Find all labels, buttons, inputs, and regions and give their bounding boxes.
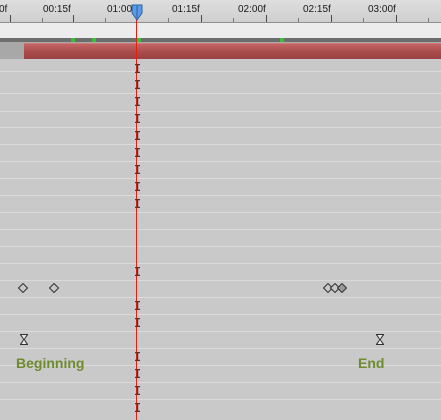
hold-keyframe-icon[interactable]: [134, 131, 140, 140]
hold-keyframe-icon[interactable]: [134, 369, 140, 378]
track-divider: [0, 127, 441, 128]
track-divider: [0, 195, 441, 196]
track-divider: [0, 348, 441, 349]
track-divider: [0, 399, 441, 400]
track-divider: [0, 263, 441, 264]
track-divider: [0, 229, 441, 230]
ruler-tick-label: 01:15f: [172, 4, 200, 15]
ruler-tick-label: 02:15f: [303, 4, 331, 15]
keyframe-diamond-icon[interactable]: [337, 283, 347, 293]
ruler-tick-label: 03:00f: [368, 4, 396, 15]
track-divider: [0, 246, 441, 247]
hold-keyframe-icon[interactable]: [134, 403, 140, 412]
layer-duration-bar[interactable]: [24, 43, 441, 59]
track-divider: [0, 331, 441, 332]
track-divider: [0, 314, 441, 315]
hold-keyframe-icon[interactable]: [134, 97, 140, 106]
track-divider: [0, 111, 441, 112]
hold-keyframe-icon[interactable]: [134, 182, 140, 191]
track-divider: [0, 71, 441, 72]
track-divider: [0, 297, 441, 298]
track-divider: [0, 212, 441, 213]
track-divider: [0, 93, 441, 94]
hold-keyframe-icon[interactable]: [134, 199, 140, 208]
hold-keyframe-icon[interactable]: [134, 165, 140, 174]
hold-keyframe-icon[interactable]: [134, 80, 140, 89]
track-divider: [0, 161, 441, 162]
hold-keyframe-icon[interactable]: [134, 267, 140, 276]
hold-keyframe-icon[interactable]: [134, 64, 140, 73]
ruler-tick-label: 00:15f: [43, 4, 71, 15]
time-ruler[interactable]: 0f 00:15f 01:00f 01:15f 02:00f 02:15f 03…: [0, 0, 441, 23]
work-area-bar[interactable]: [0, 23, 441, 38]
beginning-label: Beginning: [16, 355, 85, 371]
hold-keyframe-icon[interactable]: [134, 318, 140, 327]
track-divider: [0, 144, 441, 145]
ruler-tick-label: 02:00f: [238, 4, 266, 15]
keyframe-diamond-icon[interactable]: [49, 283, 59, 293]
current-time-indicator-icon[interactable]: [131, 4, 143, 22]
hold-keyframe-icon[interactable]: [134, 301, 140, 310]
hourglass-keyframe-icon[interactable]: [19, 334, 29, 345]
hold-keyframe-icon[interactable]: [134, 148, 140, 157]
ruler-tick-label: 0f: [0, 4, 8, 15]
keyframe-diamond-icon[interactable]: [18, 283, 28, 293]
hold-keyframe-icon[interactable]: [134, 114, 140, 123]
hourglass-keyframe-icon[interactable]: [375, 334, 385, 345]
hold-keyframe-icon[interactable]: [134, 386, 140, 395]
track-divider: [0, 178, 441, 179]
track-divider: [0, 382, 441, 383]
end-label: End: [358, 355, 385, 371]
track-divider: [0, 280, 441, 281]
hold-keyframe-icon[interactable]: [134, 352, 140, 361]
